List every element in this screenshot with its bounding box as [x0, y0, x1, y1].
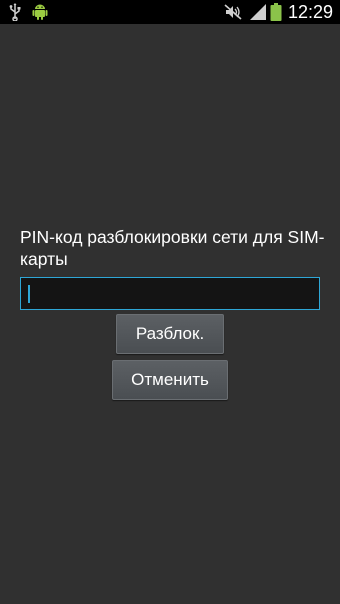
- status-clock: 12:29: [288, 2, 334, 22]
- signal-icon: [250, 4, 266, 20]
- unlock-button[interactable]: Разблок.: [116, 314, 224, 354]
- text-cursor: [28, 285, 30, 303]
- android-icon: [32, 4, 48, 20]
- pin-prompt-label: PIN-код разблокировки сети для SIM-карты: [20, 227, 325, 269]
- pin-input[interactable]: [21, 278, 319, 309]
- battery-icon: [270, 3, 282, 21]
- cancel-button[interactable]: Отменить: [112, 360, 228, 400]
- mute-icon: [224, 4, 242, 20]
- usb-icon: [9, 3, 21, 21]
- status-bar: 12:29: [0, 0, 340, 24]
- pin-input-container[interactable]: [20, 277, 320, 310]
- sim-network-unlock-screen: 12:29 PIN-код разблокировки сети для SIM…: [0, 0, 340, 604]
